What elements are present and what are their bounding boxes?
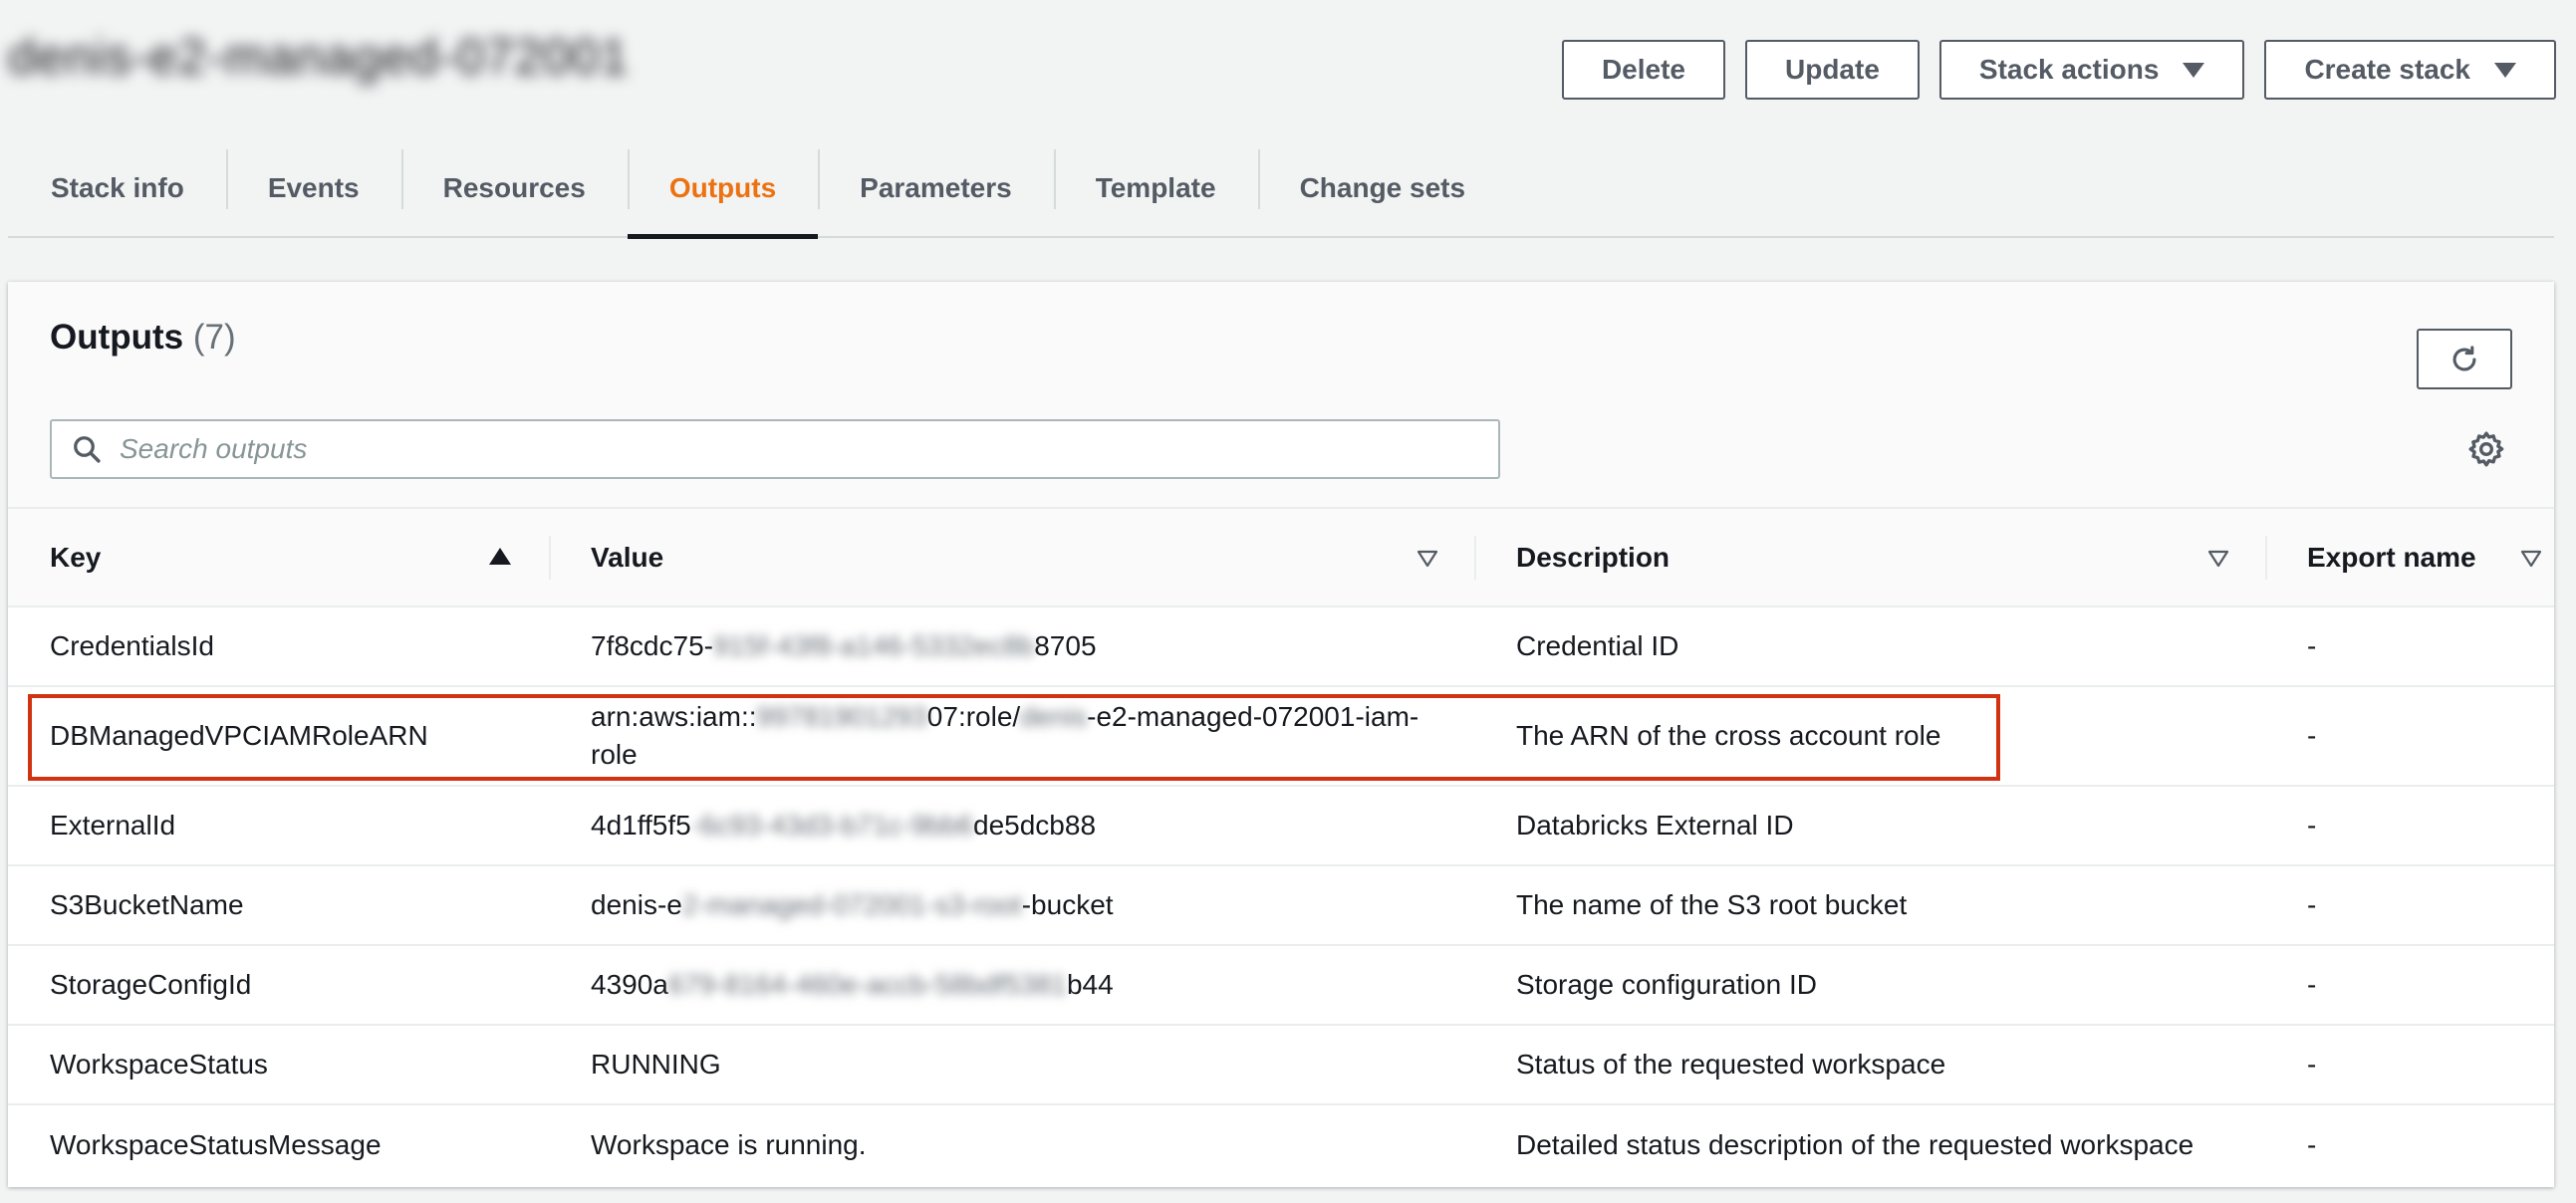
cell-key: WorkspaceStatusMessage	[50, 1129, 382, 1160]
sort-descending-icon	[2520, 550, 2542, 568]
cell-key: StorageConfigId	[50, 969, 252, 1000]
panel-title-text: Outputs	[50, 318, 184, 357]
search-icon	[70, 432, 104, 466]
cell-description: Databricks External ID	[1516, 810, 1794, 841]
sort-ascending-icon	[489, 548, 511, 565]
cell-key: WorkspaceStatus	[50, 1049, 268, 1080]
cell-key: S3BucketName	[50, 889, 244, 920]
value-text: de5dcb88	[973, 810, 1097, 841]
column-header-description[interactable]: Description	[1474, 508, 2265, 606]
table-header: Key Value Description Export name	[8, 509, 2554, 607]
redacted-text: 2-managed-072001-s3-root	[681, 889, 1022, 920]
delete-button[interactable]: Delete	[1561, 40, 1725, 100]
value-text: 8705	[1034, 630, 1097, 661]
cell-export-name: -	[2307, 1049, 2317, 1080]
cell-description: Credential ID	[1516, 630, 1679, 661]
table-row: StorageConfigId 4390a 679-8164-460e-accb-…	[8, 946, 2554, 1026]
table-row: WorkspaceStatusMessage Workspace is runn…	[8, 1105, 2554, 1185]
stack-name: denis-e2-managed-072001	[8, 29, 630, 85]
outputs-count: (7)	[192, 318, 236, 357]
value-text: -bucket	[1021, 889, 1114, 920]
column-header-label: Description	[1516, 541, 1671, 573]
cell-export-name: -	[2307, 720, 2317, 751]
value-text: 4d1ff5f5	[591, 810, 691, 841]
panel-title: Outputs (7)	[50, 318, 236, 358]
column-header-key[interactable]: Key	[8, 508, 549, 606]
cell-value: RUNNING	[591, 1049, 721, 1080]
refresh-icon	[2452, 345, 2476, 370]
sort-descending-icon	[2207, 550, 2229, 568]
gear-icon[interactable]	[2466, 429, 2506, 469]
cell-description: Status of the requested workspace	[1516, 1049, 1946, 1080]
delete-button-label: Delete	[1601, 54, 1685, 85]
column-header-value[interactable]: Value	[549, 508, 1474, 606]
caret-down-icon	[2494, 62, 2516, 78]
tab-resources[interactable]: Resources	[400, 139, 628, 236]
cell-description: Detailed status description of the reque…	[1516, 1129, 2194, 1160]
cell-description: The name of the S3 root bucket	[1516, 889, 1908, 920]
cell-export-name: -	[2307, 810, 2317, 841]
cell-value: Workspace is running.	[591, 1129, 867, 1160]
cell-value: 4d1ff5f5 -6c93-43d3-b71c-9bb6 de5dcb88	[549, 787, 1474, 864]
search-input[interactable]	[120, 433, 1474, 465]
column-header-export-name[interactable]: Export name	[2265, 508, 2554, 606]
cell-export-name: -	[2307, 630, 2317, 661]
value-text: 7f8cdc75-	[591, 630, 713, 661]
cell-description: Storage configuration ID	[1516, 969, 1817, 1000]
create-stack-label: Create stack	[2304, 54, 2470, 85]
cell-key: CredentialsId	[50, 630, 214, 661]
value-text: b44	[1066, 969, 1114, 1000]
tab-template[interactable]: Template	[1053, 139, 1258, 236]
cell-export-name: -	[2307, 969, 2317, 1000]
tab-change-sets[interactable]: Change sets	[1257, 139, 1508, 236]
redacted-text: -6c93-43d3-b71c-9bb6	[690, 810, 974, 841]
outputs-panel-header: Outputs (7)	[8, 282, 2554, 509]
search-box	[50, 419, 1500, 479]
table-row: DBManagedVPCIAMRoleARN arn:aws:iam::9978…	[8, 687, 2554, 787]
cell-value: 7f8cdc75- 915f-43f8-a146-5332ec8b 8705	[549, 607, 1474, 685]
cell-value: denis-e 2-managed-072001-s3-root -bucket	[549, 866, 1474, 944]
cell-value: 4390a 679-8164-460e-accb-58bdf5381 b44	[549, 946, 1474, 1024]
cell-export-name: -	[2307, 1129, 2317, 1160]
tab-events[interactable]: Events	[225, 139, 401, 236]
cell-description: The ARN of the cross account role	[1516, 720, 1941, 751]
update-button[interactable]: Update	[1745, 40, 1920, 100]
column-header-label: Export name	[2307, 541, 2476, 573]
create-stack-dropdown[interactable]: Create stack	[2264, 40, 2556, 100]
redacted-text: 915f-43f8-a146-5332ec8b	[712, 630, 1035, 661]
table-row: S3BucketName denis-e 2-managed-072001-s3-…	[8, 866, 2554, 946]
cell-export-name: -	[2307, 889, 2317, 920]
column-header-label: Value	[591, 541, 664, 573]
cell-key: DBManagedVPCIAMRoleARN	[50, 720, 428, 751]
value-text: 4390a	[591, 969, 668, 1000]
redacted-text: 679-8164-460e-accb-58bdf5381	[667, 969, 1067, 1000]
cell-key: ExternalId	[50, 810, 176, 841]
stack-actions-label: Stack actions	[1978, 54, 2160, 85]
value-text: denis-e	[591, 889, 682, 920]
outputs-panel: Outputs (7) Key	[8, 282, 2554, 1187]
header-actions: Delete Update Stack actions Create stack	[1561, 40, 2556, 100]
tab-parameters[interactable]: Parameters	[818, 139, 1054, 236]
tab-stack-info[interactable]: Stack info	[8, 139, 226, 236]
cell-value: arn:aws:iam::9978190129307:role/denis-e2…	[549, 687, 1474, 785]
caret-down-icon	[2183, 62, 2205, 78]
redacted-text: 99781901293	[756, 701, 927, 732]
value-text: arn:aws:iam::	[591, 701, 757, 732]
sort-descending-icon	[1417, 550, 1438, 568]
outputs-table: Key Value Description Export name Creden…	[8, 509, 2554, 1185]
value-text: 07:role/	[926, 701, 1021, 732]
table-row: WorkspaceStatus RUNNING Status of the re…	[8, 1026, 2554, 1105]
tab-bar: Stack info Events Resources Outputs Para…	[8, 139, 2554, 239]
column-header-label: Key	[50, 541, 102, 573]
table-row: ExternalId 4d1ff5f5 -6c93-43d3-b71c-9bb6 d…	[8, 787, 2554, 866]
update-button-label: Update	[1785, 54, 1880, 85]
redacted-text: denis	[1020, 701, 1088, 732]
table-row: CredentialsId 7f8cdc75- 915f-43f8-a146-53…	[8, 607, 2554, 687]
tab-outputs[interactable]: Outputs	[627, 139, 819, 239]
refresh-button[interactable]	[2417, 329, 2512, 389]
stack-actions-dropdown[interactable]: Stack actions	[1938, 40, 2245, 100]
